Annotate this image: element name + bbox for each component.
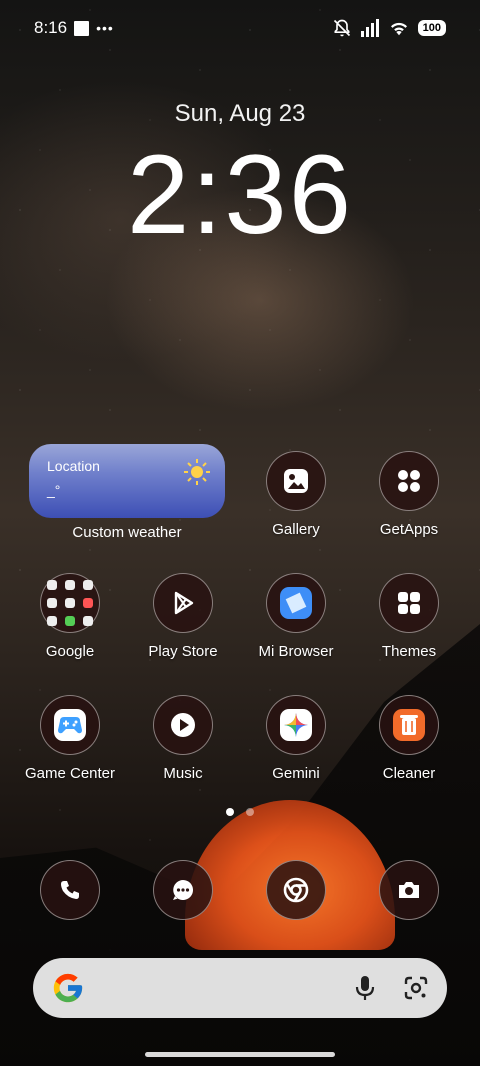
signal-icon	[360, 19, 379, 37]
app-gemini[interactable]: Gemini	[241, 695, 351, 782]
app-cleaner[interactable]: Cleaner	[354, 695, 464, 782]
status-time: 8:16	[34, 18, 68, 37]
google-folder-icon	[40, 573, 100, 633]
google-logo-icon	[53, 973, 83, 1003]
app-themes[interactable]: Themes	[354, 573, 464, 660]
messages-icon	[153, 860, 213, 920]
page-indicator	[0, 808, 480, 816]
app-mi-browser[interactable]: Mi Browser	[241, 573, 351, 660]
themes-icon	[379, 573, 439, 633]
status-bar: 8:16 ••• 100	[0, 0, 480, 56]
home-gesture-bar[interactable]	[145, 1052, 335, 1057]
wifi-icon	[390, 22, 407, 36]
music-icon	[153, 695, 213, 755]
microphone-icon[interactable]	[353, 974, 377, 1002]
app-label: Music	[163, 765, 203, 782]
app-label: Mi Browser	[258, 643, 334, 660]
gallery-icon	[266, 451, 326, 511]
gemini-icon	[266, 695, 326, 755]
lock-time[interactable]: 2:36	[0, 135, 480, 255]
app-label: Gallery	[272, 521, 320, 538]
dock-phone[interactable]	[15, 860, 125, 920]
silent-bell-icon	[333, 19, 350, 37]
folder-google[interactable]: Google	[15, 573, 125, 660]
app-label: GetApps	[379, 521, 439, 538]
dock-chrome[interactable]	[241, 860, 351, 920]
notification-icon	[74, 20, 90, 36]
app-gallery[interactable]: Gallery	[241, 451, 351, 538]
app-play-store[interactable]: Play Store	[128, 573, 238, 660]
dock-camera[interactable]	[354, 860, 464, 920]
chrome-icon	[266, 860, 326, 920]
app-getapps[interactable]: GetApps	[354, 451, 464, 538]
app-label: Game Center	[24, 765, 116, 782]
google-search-bar[interactable]	[33, 958, 447, 1018]
app-game-center[interactable]: Game Center	[15, 695, 125, 782]
app-label: Gemini	[272, 765, 320, 782]
page-dot-active	[226, 808, 234, 816]
weather-widget[interactable]: Location _°	[29, 444, 225, 518]
app-music[interactable]: Music	[128, 695, 238, 782]
app-label: Play Store	[148, 643, 218, 660]
phone-icon	[40, 860, 100, 920]
app-label: Google	[45, 643, 95, 660]
cleaner-icon	[379, 695, 439, 755]
app-label: Cleaner	[382, 765, 436, 782]
dock-messages[interactable]	[128, 860, 238, 920]
lock-date: Sun, Aug 23	[174, 100, 306, 127]
app-label: Themes	[381, 643, 437, 660]
sun-icon	[184, 459, 210, 485]
more-notifications-icon: •••	[96, 20, 114, 36]
mi-browser-icon	[266, 573, 326, 633]
getapps-icon	[379, 451, 439, 511]
battery-indicator: 100	[417, 20, 446, 36]
page-dot[interactable]	[246, 808, 254, 816]
camera-icon	[379, 860, 439, 920]
game-center-icon	[40, 695, 100, 755]
weather-widget-label: Custom weather	[72, 524, 182, 541]
google-lens-icon[interactable]	[403, 975, 429, 1001]
play-store-icon	[153, 573, 213, 633]
